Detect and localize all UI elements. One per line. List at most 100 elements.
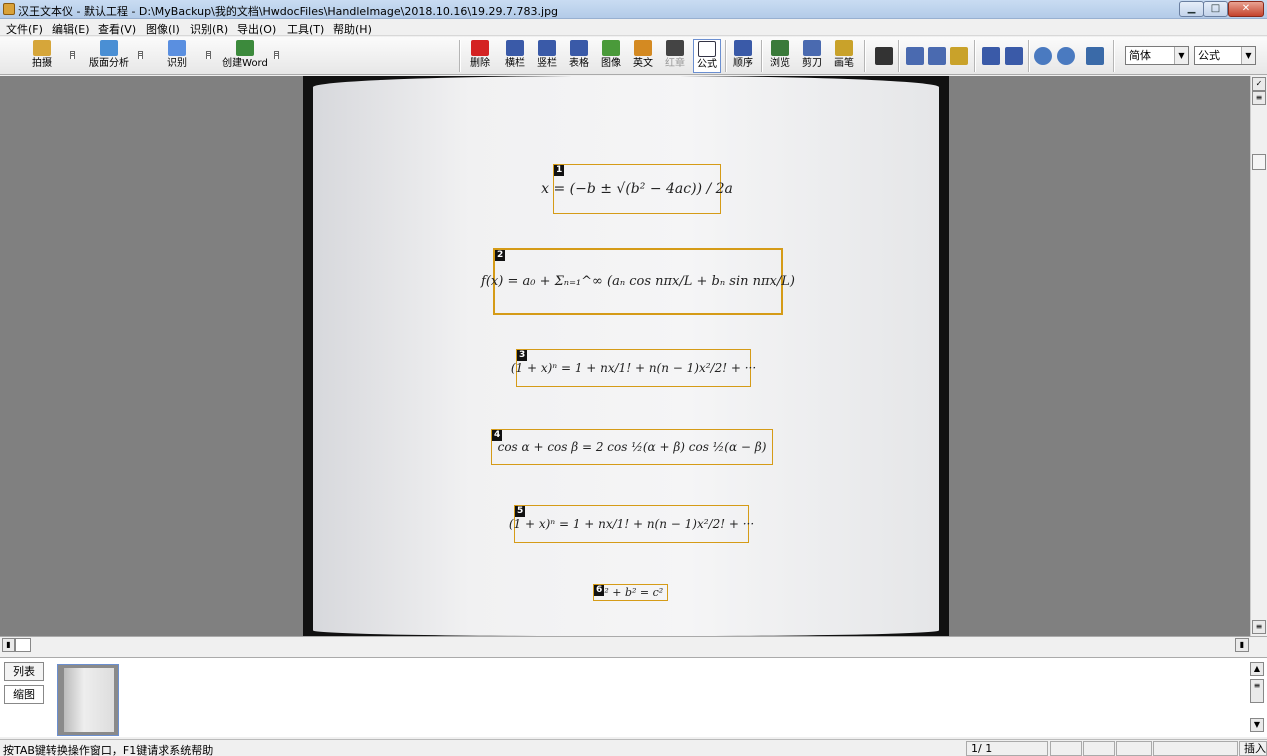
stamp-icon [666, 40, 684, 56]
english-button[interactable]: 英文 [629, 39, 657, 73]
formula-text: (1 + x)ⁿ = 1 + nx/1! + n(n − 1)x²/2! + ·… [508, 517, 755, 531]
copy-icon[interactable] [906, 47, 924, 65]
formula-region-1[interactable]: 1 x = (−b ± √(b² − 4ac)) / 2a [541, 164, 733, 214]
delete-button[interactable]: 删除 [466, 39, 494, 73]
zoom-in-icon[interactable] [1034, 47, 1052, 65]
scroll-grip-icon[interactable]: ≡ [1252, 91, 1266, 105]
formula-region-3[interactable]: 3 (1 + x)ⁿ = 1 + nx/1! + n(n − 1)x²/2! +… [511, 349, 756, 387]
brush-button[interactable]: 画笔 [830, 39, 858, 73]
dropdown-grip-icon[interactable] [274, 51, 279, 59]
mode-select[interactable]: 公式 ▼ [1194, 46, 1256, 65]
menu-help[interactable]: 帮助(H) [333, 21, 372, 37]
formula-region-2[interactable]: 2 f(x) = a₀ + Σₙ₌₁^∞ (aₙ cos nπx/L + bₙ … [481, 248, 795, 315]
zoom-out-icon[interactable] [1057, 47, 1075, 65]
scroll-down-icon[interactable]: ▼ [1250, 718, 1264, 732]
toolbar-separator [864, 40, 866, 72]
dropdown-grip-icon[interactable] [206, 51, 211, 59]
menu-recognize[interactable]: 识别(R) [190, 21, 228, 37]
formula-icon [698, 41, 716, 57]
delete-x-icon [471, 40, 489, 56]
status-bar: 按TAB键转换操作窗口，F1键请求系统帮助 1/ 1 插入 [0, 739, 1267, 756]
stamp-button[interactable]: 红章 [661, 39, 689, 73]
formula-region-6[interactable]: 6 a² + b² = c² [593, 584, 668, 601]
scroll-left-icon[interactable]: ▮ [2, 638, 15, 652]
english-icon [634, 40, 652, 56]
bottom-panel: 列表 缩图 ▲ ≡ ▼ [0, 657, 1267, 737]
page-thumbnail[interactable] [57, 664, 119, 736]
scissors-icon [803, 40, 821, 56]
word-icon [236, 40, 254, 56]
status-help-text: 按TAB键转换操作窗口，F1键请求系统帮助 [3, 744, 214, 756]
thumbnail-page [64, 668, 114, 732]
scissors-button[interactable]: 剪刀 [798, 39, 826, 73]
toolbar-separator [725, 40, 727, 72]
order-icon [734, 40, 752, 56]
status-panel [1050, 741, 1082, 756]
horizontal-scrollbar[interactable]: ▮ ▮ [0, 636, 1267, 654]
dropdown-grip-icon[interactable] [70, 51, 75, 59]
chevron-down-icon: ▼ [1174, 47, 1188, 64]
formula-text: cos α + cos β = 2 cos ½(α + β) cos ½(α −… [497, 440, 767, 454]
settings-icon[interactable] [1086, 47, 1104, 65]
undo-icon[interactable] [875, 47, 893, 65]
toolbar-separator [974, 40, 976, 72]
create-word-button[interactable]: 创建Word [221, 39, 269, 73]
menu-file[interactable]: 文件(F) [6, 21, 43, 37]
tab-list[interactable]: 列表 [4, 662, 44, 681]
menu-tools[interactable]: 工具(T) [287, 21, 324, 37]
toolbar: 拍摄 版面分析 识别 创建Word 删除 横栏 竖栏 表格 图像 英文 红章 公… [0, 37, 1267, 75]
capture-button[interactable]: 拍摄 [27, 39, 57, 73]
checkbox-icon[interactable]: ✓ [1252, 77, 1266, 91]
duplicate-icon[interactable] [928, 47, 946, 65]
layout-analysis-icon [100, 40, 118, 56]
window-title: 汉王文本仪 - 默认工程 - D:\MyBackup\我的文档\HwdocFil… [18, 5, 559, 18]
formula-text: f(x) = a₀ + Σₙ₌₁^∞ (aₙ cos nπx/L + bₙ si… [481, 274, 795, 289]
paste-icon[interactable] [950, 47, 968, 65]
vertical-scrollbar[interactable]: ✓ ≡ ≡ [1250, 76, 1267, 636]
formula-text: x = (−b ± √(b² − 4ac)) / 2a [541, 181, 733, 197]
menu-bar: 文件(F) 编辑(E) 查看(V) 图像(I) 识别(R) 导出(O) 工具(T… [0, 19, 1267, 36]
menu-export[interactable]: 导出(O) [237, 21, 276, 37]
recognize-button[interactable]: 识别 [162, 39, 192, 73]
recognize-icon [168, 40, 186, 56]
tab-thumbnail[interactable]: 缩图 [4, 685, 44, 704]
app-icon [3, 3, 15, 15]
brush-icon [835, 40, 853, 56]
layout-analysis-button[interactable]: 版面分析 [86, 39, 132, 73]
image-button[interactable]: 图像 [597, 39, 625, 73]
status-panel [1116, 741, 1152, 756]
minimize-button[interactable]: ▁ [1179, 1, 1204, 17]
scroll-up-icon[interactable]: ▲ [1250, 662, 1264, 676]
image-workspace[interactable]: 1 x = (−b ± √(b² − 4ac)) / 2a 2 f(x) = a… [0, 76, 1267, 654]
table-button[interactable]: 表格 [565, 39, 593, 73]
close-button[interactable]: ✕ [1228, 1, 1264, 17]
menu-view[interactable]: 查看(V) [98, 21, 136, 37]
scroll-thumb[interactable] [1252, 154, 1266, 170]
scroll-thumb[interactable]: ≡ [1250, 679, 1264, 703]
formula-text: (1 + x)ⁿ = 1 + nx/1! + n(n − 1)x²/2! + ·… [510, 361, 757, 375]
scroll-right-icon[interactable]: ▮ [1235, 638, 1249, 652]
status-panel [1083, 741, 1115, 756]
horizontal-column-button[interactable]: 横栏 [501, 39, 529, 73]
status-insert-mode: 插入 [1239, 741, 1267, 756]
scroll-thumb[interactable] [15, 638, 31, 652]
vertical-column-icon [538, 40, 556, 56]
formula-region-4[interactable]: 4 cos α + cos β = 2 cos ½(α + β) cos ½(α… [491, 429, 773, 465]
vertical-column-button[interactable]: 竖栏 [533, 39, 561, 73]
menu-edit[interactable]: 编辑(E) [52, 21, 90, 37]
order-button[interactable]: 顺序 [729, 39, 757, 73]
single-view-icon[interactable] [982, 47, 1000, 65]
dropdown-grip-icon[interactable] [138, 51, 143, 59]
formula-button[interactable]: 公式 [693, 39, 721, 73]
formula-region-5[interactable]: 5 (1 + x)ⁿ = 1 + nx/1! + n(n − 1)x²/2! +… [509, 505, 754, 543]
browse-button[interactable]: 浏览 [766, 39, 794, 73]
toolbar-separator [1113, 40, 1115, 72]
menu-image[interactable]: 图像(I) [146, 21, 180, 37]
font-select[interactable]: 简体 ▼ [1125, 46, 1189, 65]
double-view-icon[interactable] [1005, 47, 1023, 65]
image-icon [602, 40, 620, 56]
scanned-page-image: 1 x = (−b ± √(b² − 4ac)) / 2a 2 f(x) = a… [303, 76, 949, 636]
toolbar-separator [459, 40, 461, 72]
maximize-button[interactable]: □ [1203, 1, 1228, 17]
scroll-grip-icon[interactable]: ≡ [1252, 620, 1266, 634]
